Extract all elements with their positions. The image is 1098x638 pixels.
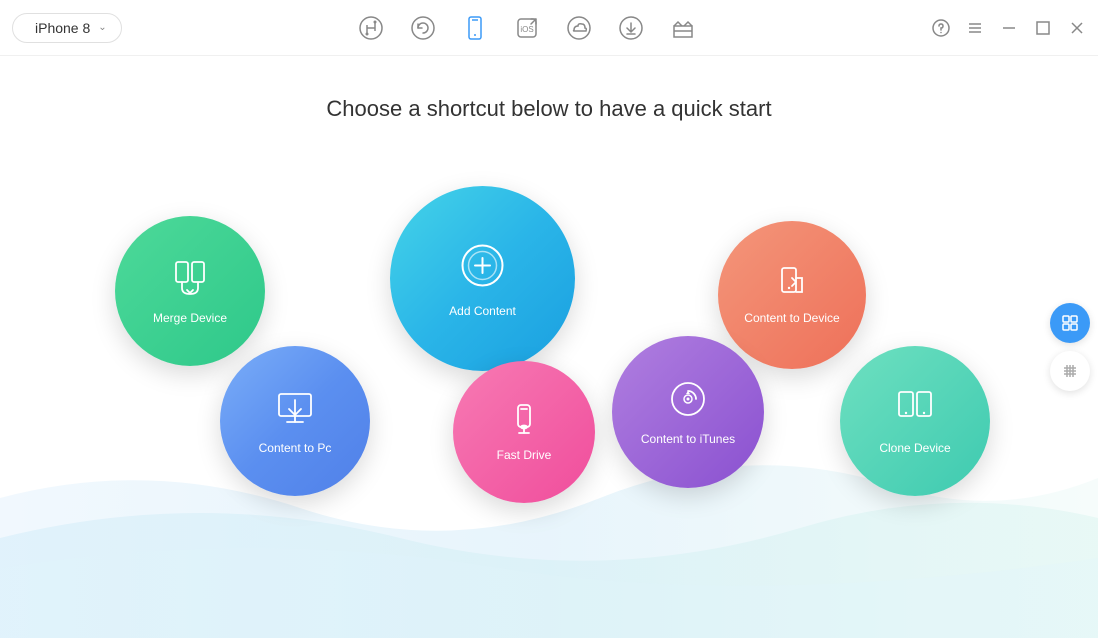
- device-selector[interactable]: iPhone 8 ⌄: [12, 13, 122, 43]
- help-button[interactable]: [932, 19, 950, 37]
- tools-button[interactable]: [1050, 303, 1090, 343]
- cloud-sync-icon[interactable]: [565, 14, 593, 42]
- add-content-button[interactable]: Add Content: [390, 186, 575, 371]
- clone-device-label: Clone Device: [879, 441, 950, 457]
- music-transfer-icon[interactable]: [357, 14, 385, 42]
- content-to-pc-icon: [273, 386, 317, 435]
- clone-device-icon: [893, 386, 937, 435]
- content-to-device-label: Content to Device: [744, 311, 839, 327]
- side-panel: [1042, 295, 1098, 399]
- download-icon[interactable]: [617, 14, 645, 42]
- phone-manager-icon[interactable]: [461, 14, 489, 42]
- content-to-itunes-button[interactable]: Content to iTunes: [612, 336, 764, 488]
- toolbar: iOS: [357, 14, 697, 42]
- maximize-button[interactable]: [1034, 19, 1052, 37]
- window-controls: [932, 19, 1086, 37]
- minimize-button[interactable]: [1000, 19, 1018, 37]
- content-to-pc-button[interactable]: Content to Pc: [220, 346, 370, 496]
- fast-drive-label: Fast Drive: [497, 448, 552, 464]
- grid-button[interactable]: [1050, 351, 1090, 391]
- merge-device-icon: [168, 256, 212, 305]
- titlebar: iPhone 8 ⌄: [0, 0, 1098, 56]
- main-content: Choose a shortcut below to have a quick …: [0, 56, 1098, 638]
- page-title: Choose a shortcut below to have a quick …: [0, 56, 1098, 122]
- shortcuts-container: Merge Device Add Content: [0, 166, 1098, 586]
- merge-device-button[interactable]: Merge Device: [115, 216, 265, 366]
- fast-drive-button[interactable]: Fast Drive: [453, 361, 595, 503]
- svg-text:iOS: iOS: [520, 25, 533, 34]
- toolbox-icon[interactable]: [669, 14, 697, 42]
- close-button[interactable]: [1068, 19, 1086, 37]
- merge-device-label: Merge Device: [153, 311, 227, 327]
- clone-device-button[interactable]: Clone Device: [840, 346, 990, 496]
- content-to-pc-label: Content to Pc: [259, 441, 332, 457]
- add-content-icon: [455, 238, 510, 298]
- ios-transfer-icon[interactable]: iOS: [513, 14, 541, 42]
- backup-restore-icon[interactable]: [409, 14, 437, 42]
- chevron-down-icon: ⌄: [98, 22, 106, 33]
- content-to-device-icon: [774, 264, 810, 305]
- content-to-device-button[interactable]: Content to Device: [718, 221, 866, 369]
- content-to-itunes-icon: [666, 377, 710, 426]
- fast-drive-icon: [506, 401, 542, 442]
- add-content-label: Add Content: [449, 304, 516, 320]
- menu-button[interactable]: [966, 19, 984, 37]
- device-name: iPhone 8: [35, 20, 90, 36]
- content-to-itunes-label: Content to iTunes: [641, 432, 735, 448]
